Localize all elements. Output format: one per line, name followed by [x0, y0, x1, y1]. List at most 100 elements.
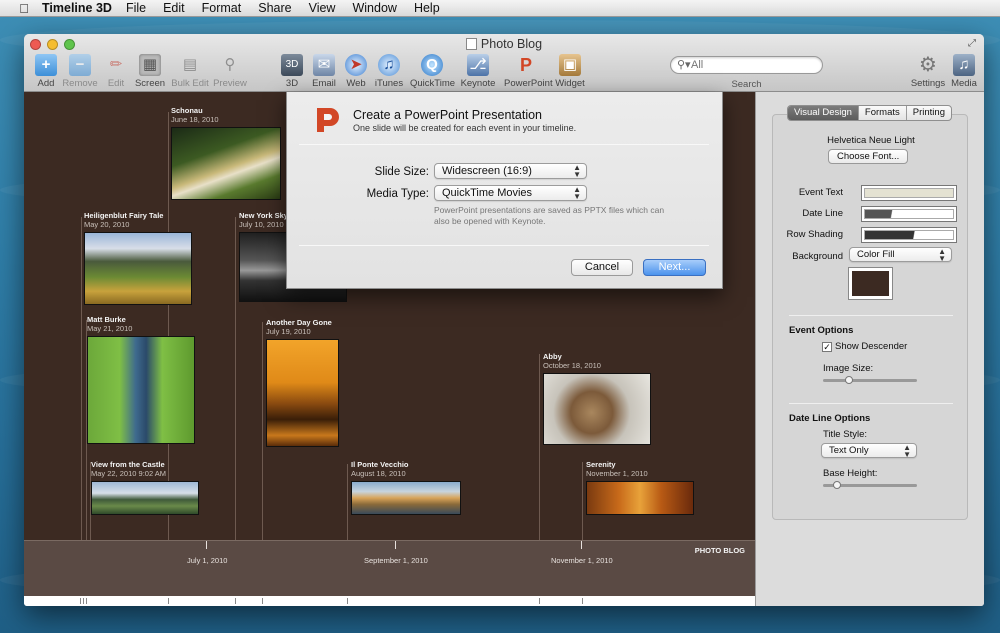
event-title: Matt Burke	[87, 315, 126, 324]
event-options-header: Event Options	[789, 325, 854, 336]
menu-edit[interactable]: Edit	[163, 1, 185, 15]
slide-size-popup[interactable]: Widescreen (16:9) ▲ ▼	[434, 163, 587, 179]
screen-button[interactable]: ▦ Screen	[128, 54, 172, 89]
remove-button-label: Remove	[62, 78, 98, 89]
bulk-edit-button[interactable]: ▤ Bulk Edit	[168, 54, 212, 89]
search-field[interactable]: ⚲▾	[670, 56, 823, 74]
date-tick	[206, 541, 207, 549]
apple-icon[interactable]: 	[16, 1, 32, 16]
dialog-title: Create a PowerPoint Presentation	[353, 108, 542, 122]
tab-visual-design[interactable]: Visual Design	[788, 106, 859, 120]
event-date: November 1, 2010	[586, 469, 648, 478]
event-view-from-castle[interactable]: View from the Castle May 22, 2010 9:02 A…	[91, 460, 199, 515]
search-input[interactable]	[691, 59, 816, 71]
date-line-color-well[interactable]	[861, 206, 957, 222]
choose-font-button[interactable]: Choose Font...	[828, 149, 909, 164]
powerpoint-icon: P	[519, 55, 532, 75]
event-another-day-gone[interactable]: Another Day Gone July 19, 2010	[266, 318, 339, 447]
overview-marker	[582, 598, 583, 604]
slide-size-label: Slide Size:	[374, 166, 429, 178]
overview-marker	[235, 598, 236, 604]
preview-button[interactable]: ⚲ Preview	[208, 54, 252, 89]
event-photo	[351, 481, 461, 515]
menu-app-name[interactable]: Timeline 3D	[42, 1, 112, 15]
background-label: Background	[792, 251, 843, 262]
show-descender-label: Show Descender	[835, 341, 908, 352]
menu-help[interactable]: Help	[414, 1, 440, 15]
keynote-icon: ⎇	[467, 54, 489, 76]
menu-bar:  Timeline 3D File Edit Format Share Vie…	[0, 0, 1000, 17]
quicktime-icon: Q	[421, 54, 443, 76]
inspector-tabs: Visual Design Formats Printing	[787, 105, 952, 121]
event-text-color-well[interactable]	[861, 185, 957, 201]
event-serenity[interactable]: Serenity November 1, 2010	[586, 460, 694, 515]
event-date: August 18, 2010	[351, 469, 406, 478]
fullscreen-icon[interactable]: ⤢	[968, 38, 976, 49]
window-title-text: Photo Blog	[480, 37, 543, 51]
menu-format[interactable]: Format	[202, 1, 242, 15]
bulk-edit-button-label: Bulk Edit	[171, 78, 209, 89]
slider-knob[interactable]	[845, 376, 853, 384]
event-heiligenblut[interactable]: Heiligenblut Fairy Tale May 20, 2010	[84, 211, 192, 305]
search-label: Search	[731, 79, 762, 90]
checkbox-check-icon: ✓	[822, 342, 832, 352]
background-color-well[interactable]	[848, 267, 893, 300]
dialog-divider	[299, 245, 709, 246]
keynote-button-label: Keynote	[460, 78, 496, 89]
tab-printing[interactable]: Printing	[907, 106, 951, 120]
menu-view[interactable]: View	[309, 1, 336, 15]
popup-arrows-icon: ▲ ▼	[573, 185, 581, 201]
background-popup[interactable]: Color Fill ▲ ▼	[849, 247, 952, 263]
event-date: May 21, 2010	[87, 324, 133, 333]
menu-file[interactable]: File	[126, 1, 146, 15]
itunes-button[interactable]: ♫ iTunes	[367, 54, 411, 89]
inspector-panel: Visual Design Formats Printing Helvetica…	[755, 92, 984, 606]
menu-window[interactable]: Window	[352, 1, 396, 15]
date-line[interactable]: July 1, 2010 September 1, 2010 November …	[24, 540, 755, 596]
image-size-slider[interactable]	[823, 376, 917, 384]
image-size-label: Image Size:	[823, 363, 874, 374]
powerpoint-button[interactable]: P PowerPoint	[504, 54, 553, 89]
date-tick	[581, 541, 582, 549]
base-height-slider[interactable]	[823, 481, 917, 489]
window-title: Photo Blog	[24, 37, 984, 51]
descender-line	[582, 462, 583, 540]
media-type-popup[interactable]: QuickTime Movies ▲ ▼	[434, 185, 587, 201]
overview-bar[interactable]	[24, 596, 755, 606]
settings-icon: ⚙	[919, 54, 937, 76]
row-shading-color-well[interactable]	[861, 227, 957, 243]
tab-formats[interactable]: Formats	[859, 106, 907, 120]
date-label: November 1, 2010	[551, 556, 613, 565]
event-title: Abby	[543, 352, 562, 361]
settings-button-label: Settings	[910, 78, 946, 89]
media-button[interactable]: ♫ Media	[942, 54, 984, 89]
slider-knob[interactable]	[833, 481, 841, 489]
show-descender-checkbox[interactable]: ✓ Show Descender	[822, 341, 907, 352]
event-schonau[interactable]: Schonau June 18, 2010	[171, 106, 281, 200]
cancel-button[interactable]: Cancel	[571, 259, 633, 276]
title-style-label: Title Style:	[823, 429, 867, 440]
event-photo	[586, 481, 694, 515]
next-button[interactable]: Next...	[643, 259, 706, 276]
background-value: Color Fill	[857, 249, 895, 260]
toolbar: Photo Blog ⤢ + Add − Remove ✏ Edit ▦ Scr…	[24, 34, 984, 92]
event-ponte-vecchio[interactable]: Il Ponte Vecchio August 18, 2010	[351, 460, 461, 515]
event-matt-burke[interactable]: Matt Burke May 21, 2010	[87, 315, 195, 444]
event-title: Another Day Gone	[266, 318, 332, 327]
title-style-popup[interactable]: Text Only ▲ ▼	[821, 443, 917, 459]
descender-line	[262, 322, 263, 540]
quicktime-button[interactable]: Q QuickTime	[410, 54, 455, 89]
preview-icon: ⚲	[224, 56, 236, 73]
overview-marker	[80, 598, 81, 604]
title-style-value: Text Only	[829, 445, 869, 456]
timeline-brand: PHOTO BLOG	[694, 546, 745, 555]
menu-share[interactable]: Share	[258, 1, 291, 15]
keynote-button[interactable]: ⎇ Keynote	[456, 54, 500, 89]
event-abby[interactable]: Abby October 18, 2010	[543, 352, 651, 445]
widget-button-label: Widget	[555, 78, 585, 89]
minus-icon: −	[69, 54, 91, 76]
date-line-options-header: Date Line Options	[789, 413, 871, 424]
event-photo	[84, 232, 192, 305]
event-text-label: Event Text	[798, 187, 843, 198]
widget-button[interactable]: ▣ Widget	[548, 54, 592, 89]
